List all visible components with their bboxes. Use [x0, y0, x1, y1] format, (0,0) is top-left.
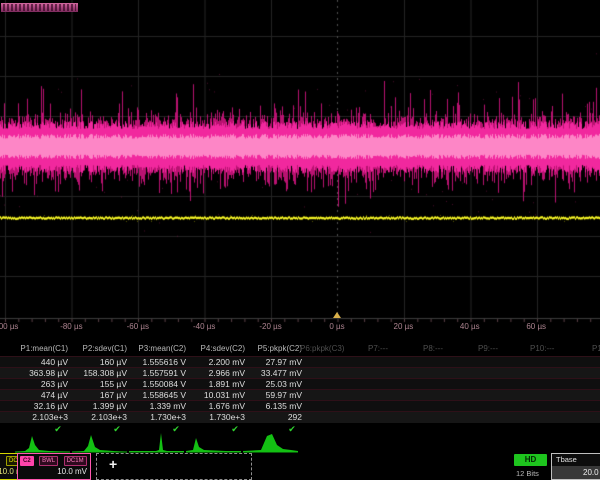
- param-value: 1.558645 V: [129, 390, 186, 401]
- param-value: 1.550084 V: [129, 379, 186, 390]
- param-value: 263 µV: [11, 379, 68, 390]
- trigger-position-marker: [333, 312, 341, 318]
- param-value: 2.200 mV: [188, 357, 245, 368]
- time-axis-label: 60 µs: [526, 322, 546, 331]
- c2-coupling-badge: DC1M: [64, 456, 87, 466]
- param-header-inactive[interactable]: P7:---: [368, 344, 428, 354]
- plus-icon: +: [109, 456, 117, 472]
- param-value: 167 µV: [70, 390, 127, 401]
- histicon-p5-chart: [243, 432, 298, 453]
- histicon-p3-chart: [129, 432, 184, 453]
- param-value: 2.966 mV: [188, 368, 245, 379]
- param-value: 1.730e+3: [129, 412, 186, 423]
- param-value: 1.891 mV: [188, 379, 245, 390]
- histicon-p3[interactable]: [129, 432, 184, 453]
- param-value: 158.308 µV: [70, 368, 127, 379]
- c2-channel-badge: C2: [20, 456, 34, 466]
- param-value: 363.98 µV: [11, 368, 68, 379]
- param-value: 1.555616 V: [129, 357, 186, 368]
- param-header[interactable]: P1:mean(C1): [11, 344, 68, 354]
- histicon-p4-chart: [186, 432, 241, 453]
- param-value: 1.676 mV: [188, 401, 245, 412]
- time-axis-label: -80 µs: [60, 322, 82, 331]
- time-axis-label: 0 µs: [329, 322, 344, 331]
- param-value: 59.97 mV: [245, 390, 302, 401]
- time-axis-label: -100 µs: [0, 322, 18, 331]
- param-header[interactable]: P3:mean(C2): [129, 344, 186, 354]
- param-value: 160 µV: [70, 357, 127, 368]
- param-value: 474 µV: [11, 390, 68, 401]
- param-value: 32.16 µV: [11, 401, 68, 412]
- tbase-label: Tbase: [556, 455, 577, 464]
- time-axis-label: -20 µs: [259, 322, 281, 331]
- param-header[interactable]: P2:sdev(C1): [70, 344, 127, 354]
- adc-bits-label: 12 Bits: [516, 469, 539, 478]
- param-header-inactive[interactable]: P8:---: [423, 344, 483, 354]
- param-value: 2.103e+3: [11, 412, 68, 423]
- channel-c2-descriptor[interactable]: C2 BWL DC1M 10.0 mV: [17, 453, 91, 480]
- param-header-inactive[interactable]: P6:pkpk(C3): [300, 344, 360, 354]
- time-axis-label: 40 µs: [460, 322, 480, 331]
- oscilloscope-screen: -100 µs -80 µs -60 µs -40 µs -20 µs 0 µs 20 µs…: [0, 0, 600, 480]
- param-value: 6.135 mV: [245, 401, 302, 412]
- add-new-trace-button[interactable]: +: [96, 453, 252, 480]
- c2-bwl-badge: BWL: [39, 456, 58, 466]
- param-value: 1.339 mV: [129, 401, 186, 412]
- histicon-p1-chart: [15, 432, 70, 453]
- tbase-value: 20.0 µs: [552, 466, 600, 479]
- param-value: 27.97 mV: [245, 357, 302, 368]
- measure-table: P1:mean(C1)P2:sdev(C1)P3:mean(C2)P4:sdev…: [0, 344, 600, 434]
- param-value: 2.103e+3: [70, 412, 127, 423]
- c2-scale-value: 10.0 mV: [57, 467, 87, 476]
- param-header-inactive[interactable]: P11:---: [592, 344, 600, 354]
- time-axis: -100 µs -80 µs -60 µs -40 µs -20 µs 0 µs 20 µs…: [0, 322, 600, 334]
- param-value: 1.557591 V: [129, 368, 186, 379]
- param-value: 25.03 mV: [245, 379, 302, 390]
- param-header-inactive[interactable]: P10:---: [530, 344, 590, 354]
- param-value: 440 µV: [11, 357, 68, 368]
- histicon-p2[interactable]: [72, 432, 127, 453]
- param-value: 1.399 µV: [70, 401, 127, 412]
- param-header[interactable]: P5:pkpk(C2): [245, 344, 302, 354]
- param-header[interactable]: P4:sdev(C2): [188, 344, 245, 354]
- param-value: 33.477 mV: [245, 368, 302, 379]
- timebase-descriptor[interactable]: Tbase 20.0 µs: [551, 453, 600, 480]
- histicon-p4[interactable]: [186, 432, 241, 453]
- param-value: 1.730e+3: [188, 412, 245, 423]
- hd-mode-badge[interactable]: HD: [514, 454, 547, 466]
- time-axis-label: -40 µs: [193, 322, 215, 331]
- top-left-badge: [1, 3, 78, 12]
- histicon-p1[interactable]: [15, 432, 70, 453]
- time-axis-label: 20 µs: [394, 322, 414, 331]
- param-value: 10.031 mV: [188, 390, 245, 401]
- param-value: 292: [245, 412, 302, 423]
- histicon-p2-chart: [72, 432, 127, 453]
- param-header-inactive[interactable]: P9:---: [478, 344, 538, 354]
- histicon-p5[interactable]: [243, 432, 298, 453]
- param-value: 155 µV: [70, 379, 127, 390]
- time-axis-label: -60 µs: [127, 322, 149, 331]
